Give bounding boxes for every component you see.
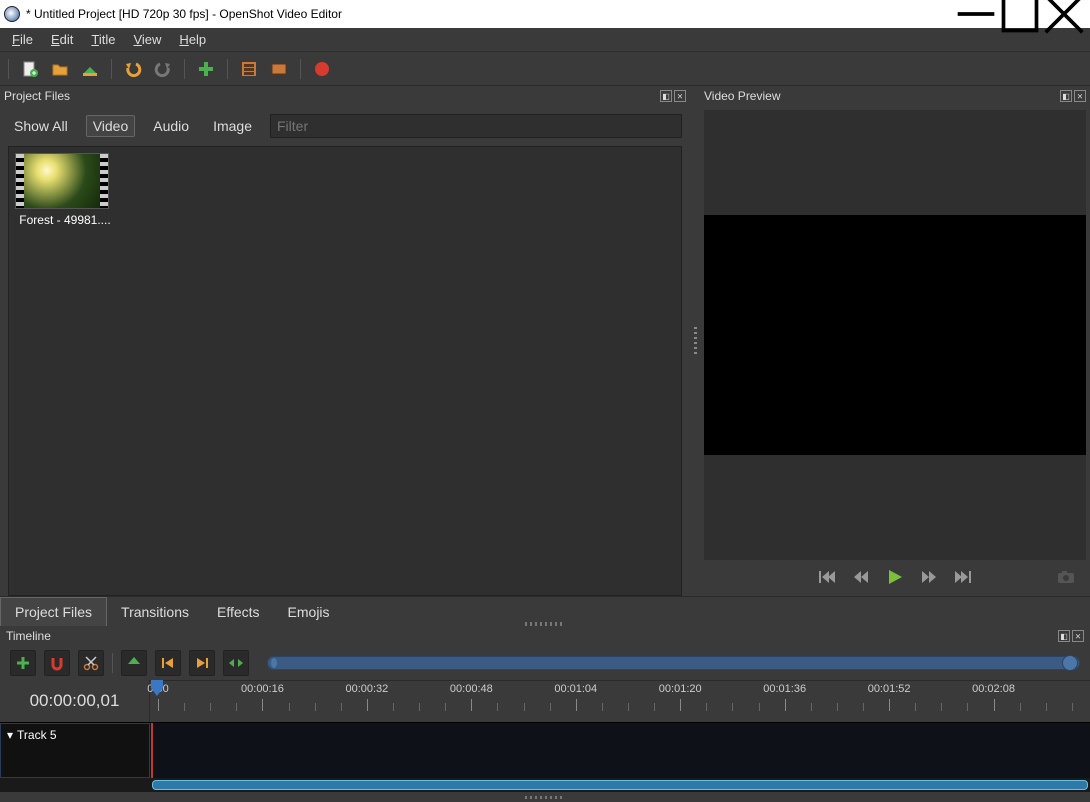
razor-button[interactable] [78, 650, 104, 676]
video-canvas [704, 215, 1086, 455]
track-header[interactable]: ▾ Track 5 [0, 723, 150, 778]
window-title: * Untitled Project [HD 720p 30 fps] - Op… [26, 7, 954, 21]
fullscreen-button[interactable] [268, 58, 290, 80]
filter-image[interactable]: Image [207, 116, 258, 136]
undo-button[interactable] [122, 58, 144, 80]
menu-edit[interactable]: Edit [43, 30, 81, 49]
tab-effects[interactable]: Effects [203, 598, 274, 626]
playhead-line [151, 723, 153, 778]
project-files-area[interactable]: Forest - 49981.... [8, 146, 682, 596]
project-files-header: Project Files ◧ ⨯ [0, 86, 690, 106]
track-label: Track 5 [17, 728, 57, 742]
menu-help[interactable]: Help [171, 30, 214, 49]
snapping-button[interactable] [44, 650, 70, 676]
toolbar-grip [8, 59, 9, 79]
ruler-ticks[interactable]: 0:0000:00:1600:00:3200:00:4800:01:0400:0… [150, 680, 1090, 722]
next-marker-button[interactable] [189, 650, 215, 676]
undock-preview-button[interactable]: ◧ [1060, 90, 1072, 102]
video-preview [704, 110, 1086, 560]
playback-controls [700, 560, 1090, 596]
tab-emojis[interactable]: Emojis [274, 598, 344, 626]
video-preview-header: Video Preview ◧ ⨯ [700, 86, 1090, 106]
app-logo-icon [4, 6, 20, 22]
maximize-button[interactable] [998, 3, 1042, 25]
menu-title[interactable]: Title [83, 30, 123, 49]
previous-marker-button[interactable] [155, 650, 181, 676]
close-timeline-button[interactable]: ⨯ [1072, 630, 1084, 642]
timeline-toolbar [0, 646, 1090, 680]
timecode-display: 00:00:00,01 [0, 680, 150, 722]
main-toolbar [0, 52, 1090, 86]
track-body[interactable] [150, 723, 1090, 778]
file-label: Forest - 49981.... [15, 213, 115, 227]
undock-panel-button[interactable]: ◧ [660, 90, 672, 102]
open-project-button[interactable] [49, 58, 71, 80]
filter-show-all[interactable]: Show All [8, 116, 74, 136]
snapshot-button[interactable] [1056, 567, 1076, 590]
menu-file[interactable]: File [4, 30, 41, 49]
fast-forward-button[interactable] [919, 567, 939, 590]
caret-down-icon: ▾ [7, 728, 13, 742]
filter-video[interactable]: Video [86, 115, 136, 137]
filter-audio[interactable]: Audio [147, 116, 195, 136]
timeline-ruler[interactable]: 00:00:00,01 0:0000:00:1600:00:3200:00:48… [0, 680, 1090, 722]
menu-view[interactable]: View [125, 30, 169, 49]
profile-button[interactable] [238, 58, 260, 80]
close-button[interactable] [1042, 3, 1086, 25]
timeline-h-scrollbar[interactable] [0, 778, 1090, 792]
timeline-tracks: ▾ Track 5 [0, 722, 1090, 778]
tab-project-files[interactable]: Project Files [0, 597, 107, 626]
playhead-icon[interactable] [151, 680, 163, 696]
jump-end-button[interactable] [953, 567, 973, 590]
new-project-button[interactable] [19, 58, 41, 80]
close-panel-button[interactable]: ⨯ [674, 90, 686, 102]
save-project-button[interactable] [79, 58, 101, 80]
center-playhead-button[interactable] [223, 650, 249, 676]
export-button[interactable] [311, 58, 333, 80]
close-preview-button[interactable]: ⨯ [1074, 90, 1086, 102]
splitter-horizontal[interactable] [525, 622, 565, 626]
minimize-button[interactable] [954, 3, 998, 25]
zoom-slider[interactable] [267, 656, 1080, 670]
undock-timeline-button[interactable]: ◧ [1058, 630, 1070, 642]
play-button[interactable] [885, 567, 905, 590]
bottom-tabs: Project Files Transitions Effects Emojis [0, 596, 1090, 626]
filter-input[interactable] [270, 114, 682, 138]
splitter-vertical[interactable] [690, 86, 700, 596]
rewind-button[interactable] [851, 567, 871, 590]
redo-button[interactable] [152, 58, 174, 80]
title-bar: * Untitled Project [HD 720p 30 fps] - Op… [0, 0, 1090, 28]
add-marker-button[interactable] [121, 650, 147, 676]
import-files-button[interactable] [195, 58, 217, 80]
project-file-item[interactable]: Forest - 49981.... [15, 153, 115, 227]
timeline-header: Timeline ◧ ⨯ [0, 626, 1090, 646]
tab-transitions[interactable]: Transitions [107, 598, 203, 626]
add-track-button[interactable] [10, 650, 36, 676]
file-thumbnail-icon [15, 153, 109, 209]
menu-bar: File Edit Title View Help [0, 28, 1090, 52]
jump-start-button[interactable] [817, 567, 837, 590]
